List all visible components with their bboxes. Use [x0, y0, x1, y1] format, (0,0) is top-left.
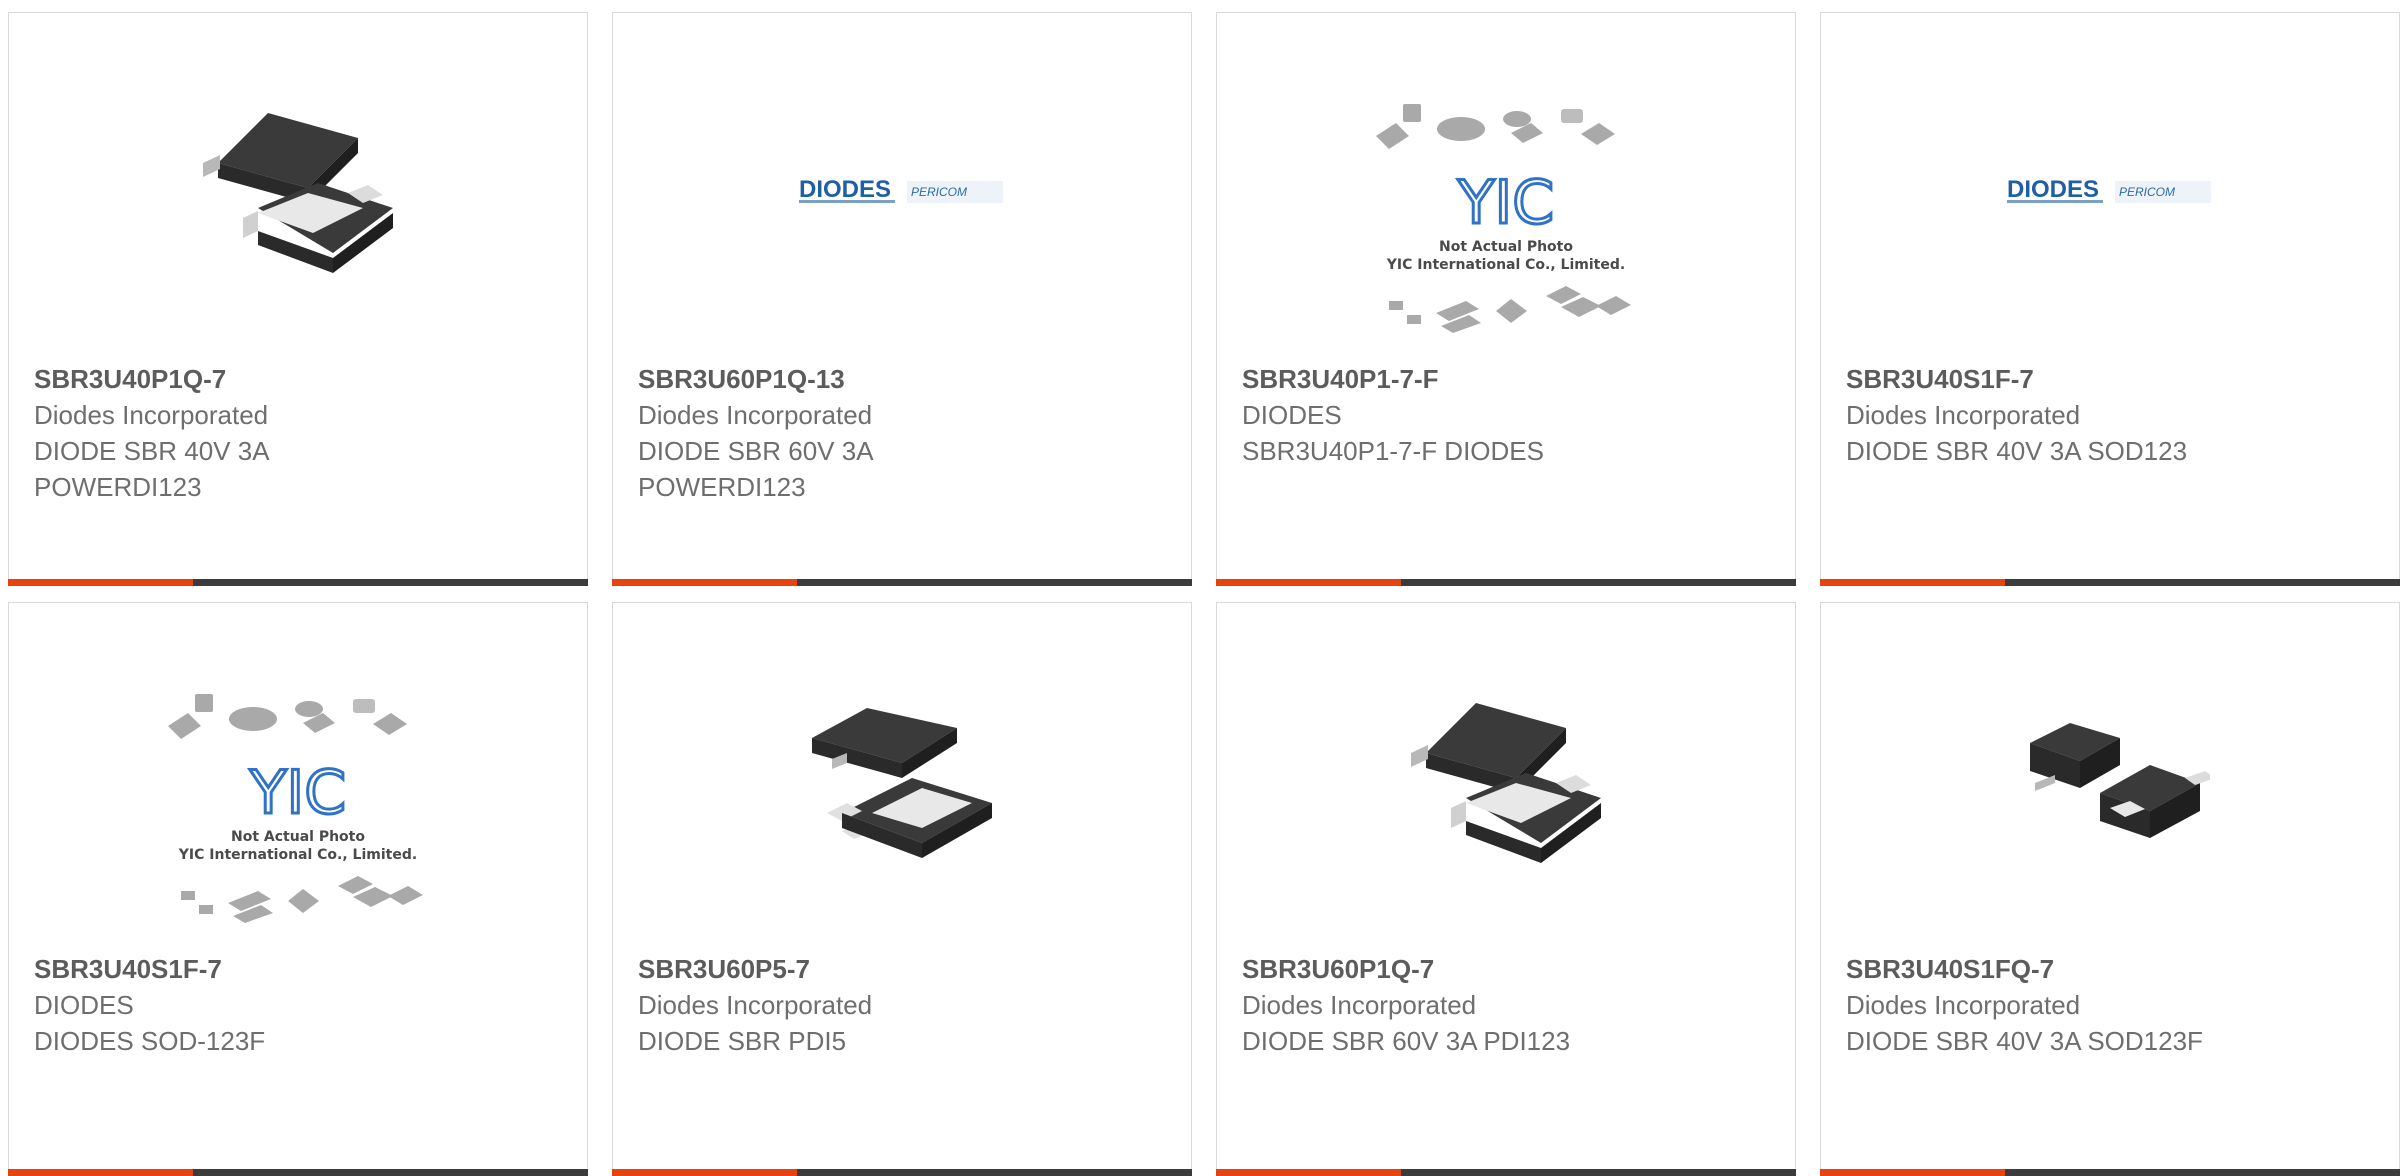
card-underline-accent	[1820, 1169, 2005, 1176]
yic-placeholder-image: YIC Not Actual Photo YIC International C…	[1376, 104, 1631, 333]
card-underline-accent	[1216, 1169, 1401, 1176]
placeholder-caption-2: YIC International Co., Limited.	[178, 847, 417, 863]
card-underline	[1216, 1169, 1796, 1176]
card-underline-accent	[612, 579, 797, 586]
card-underline	[1216, 579, 1796, 586]
part-number[interactable]: SBR3U40S1FQ-7	[1846, 951, 2203, 987]
package: POWERDI123	[34, 472, 202, 502]
manufacturer: DIODES	[1242, 400, 1342, 430]
product-card[interactable]: SBR3U40P1Q-7 Diodes Incorporated DIODE S…	[8, 12, 588, 586]
card-underline	[612, 579, 1192, 586]
part-number[interactable]: SBR3U40S1F-7	[1846, 361, 2187, 397]
pdi5-package-icon	[812, 708, 992, 858]
card-underline	[1820, 579, 2400, 586]
card-underline-accent	[1820, 579, 2005, 586]
card-underline-accent	[8, 1169, 193, 1176]
part-number[interactable]: SBR3U40P1Q-7	[34, 361, 270, 397]
product-card[interactable]: YIC Not Actual Photo YIC International C…	[1216, 12, 1796, 586]
manufacturer: Diodes Incorporated	[1846, 990, 2081, 1020]
description: DIODE SBR 60V 3A PDI123	[1242, 1026, 1571, 1056]
sod123f-package-icon	[2030, 723, 2210, 838]
part-number[interactable]: SBR3U60P1Q-7	[1242, 951, 1570, 987]
description: DIODE SBR PDI5	[638, 1026, 847, 1056]
card-underline	[1820, 1169, 2400, 1176]
card-underline	[612, 1169, 1192, 1176]
description: DIODE SBR 40V 3A	[34, 436, 270, 466]
product-image[interactable]: DIODES PERICOM	[613, 73, 1191, 313]
description: DIODE SBR 40V 3A SOD123F	[1846, 1026, 2203, 1056]
manufacturer: Diodes Incorporated	[638, 400, 873, 430]
description: DIODE SBR 60V 3A	[638, 436, 874, 466]
diode-package-icon	[1411, 703, 1601, 863]
part-number[interactable]: SBR3U40S1F-7	[34, 951, 265, 987]
diode-package-icon	[198, 93, 398, 293]
description: SBR3U40P1-7-F DIODES	[1242, 436, 1544, 466]
description: DIODE SBR 40V 3A SOD123	[1846, 436, 2188, 466]
manufacturer: DIODES	[34, 990, 134, 1020]
description: DIODES SOD-123F	[34, 1026, 266, 1056]
card-underline-accent	[8, 579, 193, 586]
part-number[interactable]: SBR3U60P5-7	[638, 951, 872, 987]
product-grid: SBR3U40P1Q-7 Diodes Incorporated DIODE S…	[0, 0, 2400, 1176]
card-underline	[8, 1169, 588, 1176]
product-image[interactable]	[9, 73, 587, 313]
yic-logo-text: YIC	[1457, 168, 1554, 238]
diodes-logo-text: DIODES	[799, 176, 891, 203]
product-image[interactable]: YIC Not Actual Photo YIC International C…	[9, 691, 587, 941]
manufacturer: Diodes Incorporated	[34, 400, 269, 430]
diodes-pericom-logo: DIODES PERICOM	[799, 176, 1003, 203]
manufacturer: Diodes Incorporated	[1242, 990, 1477, 1020]
product-card[interactable]: DIODES PERICOM SBR3U60P1Q-13 Diodes Inco…	[612, 12, 1192, 586]
placeholder-caption-1: Not Actual Photo	[231, 829, 365, 845]
pericom-logo-text: PERICOM	[2119, 185, 2175, 199]
product-card[interactable]: DIODES PERICOM SBR3U40S1F-7 Diodes Incor…	[1820, 12, 2400, 586]
product-card[interactable]: SBR3U60P1Q-7 Diodes Incorporated DIODE S…	[1216, 602, 1796, 1176]
product-card[interactable]: YIC Not Actual Photo YIC International C…	[8, 602, 588, 1176]
manufacturer: Diodes Incorporated	[1846, 400, 2081, 430]
yic-logo-text: YIC	[249, 758, 346, 828]
placeholder-caption-1: Not Actual Photo	[1439, 239, 1573, 255]
part-number[interactable]: SBR3U40P1-7-F	[1242, 361, 1544, 397]
yic-placeholder-image: YIC Not Actual Photo YIC International C…	[168, 694, 423, 923]
diodes-pericom-logo: DIODES PERICOM	[2007, 176, 2211, 203]
product-image[interactable]: DIODES PERICOM	[1821, 73, 2399, 313]
product-image[interactable]	[1217, 663, 1795, 903]
product-image[interactable]	[613, 663, 1191, 903]
package: POWERDI123	[638, 472, 806, 502]
diodes-logo-text: DIODES	[2007, 176, 2099, 203]
card-underline	[8, 579, 588, 586]
part-number[interactable]: SBR3U60P1Q-13	[638, 361, 874, 397]
product-image[interactable]	[1821, 663, 2399, 903]
placeholder-caption-2: YIC International Co., Limited.	[1386, 257, 1625, 273]
card-underline-accent	[612, 1169, 797, 1176]
product-card[interactable]: SBR3U40S1FQ-7 Diodes Incorporated DIODE …	[1820, 602, 2400, 1176]
card-underline-accent	[1216, 579, 1401, 586]
manufacturer: Diodes Incorporated	[638, 990, 873, 1020]
product-card[interactable]: SBR3U60P5-7 Diodes Incorporated DIODE SB…	[612, 602, 1192, 1176]
product-image[interactable]: YIC Not Actual Photo YIC International C…	[1217, 101, 1795, 351]
pericom-logo-text: PERICOM	[911, 185, 967, 199]
